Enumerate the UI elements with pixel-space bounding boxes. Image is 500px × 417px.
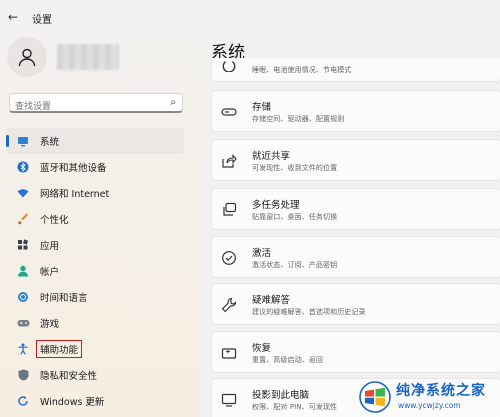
card-subtitle: 睡眠、电池使用情况、节电模式	[252, 66, 352, 74]
main-content: 系统 睡眠、电池使用情况、节电模式 存储 存储空间、驱动器、配置规则 就近共享 …	[200, 0, 500, 417]
wrench-icon	[221, 297, 237, 313]
search-icon[interactable]: ⌕	[170, 97, 176, 108]
sidebar-item-label: 系统	[40, 137, 60, 148]
app-title: 设置	[32, 15, 52, 26]
card-subtitle: 贴靠窗口、桌面、任务切换	[252, 213, 338, 221]
sidebar-item-network[interactable]: 网络和 Internet	[6, 180, 184, 206]
accessibility-icon	[16, 342, 30, 356]
card-subtitle: 权限、配对 PIN、可发现性	[252, 403, 338, 411]
sidebar-item-privacy[interactable]: 隐私和安全性	[6, 362, 184, 388]
card-subtitle: 建议的疑难解答、首选项和历史记录	[252, 308, 366, 316]
avatar[interactable]	[7, 37, 47, 77]
storage-icon	[221, 108, 237, 116]
blurred-account-name	[57, 44, 119, 70]
sidebar-item-label: 游戏	[40, 319, 60, 330]
sidebar-item-label: 网络和 Internet	[40, 189, 110, 200]
card-troubleshoot[interactable]: 疑难解答 建议的疑难解答、首选项和历史记录	[211, 283, 500, 325]
back-arrow-icon[interactable]: ←	[8, 10, 18, 24]
update-icon	[16, 394, 30, 408]
sidebar-item-gaming[interactable]: 游戏	[6, 310, 184, 336]
apps-icon	[16, 238, 30, 252]
user-icon	[18, 48, 36, 67]
site-watermark: 纯净系统之家 www.ycwjzy.com	[356, 379, 498, 415]
person-icon	[16, 264, 30, 278]
card-nearby-share[interactable]: 就近共享 可发现性、收到文件的位置	[211, 139, 500, 181]
sidebar-item-label: Windows 更新	[40, 397, 105, 408]
sidebar-item-label: 蓝牙和其他设备	[40, 163, 107, 174]
sidebar-item-time-language[interactable]: 时间和语言	[6, 284, 184, 310]
search-box[interactable]: ⌕	[9, 93, 183, 115]
bluetooth-icon	[16, 160, 30, 174]
sidebar-item-label: 个性化	[40, 215, 69, 226]
card-subtitle: 存储空间、驱动器、配置规则	[252, 115, 345, 123]
sidebar-item-label: 隐私和安全性	[40, 371, 98, 382]
recovery-icon	[221, 348, 237, 359]
sidebar-item-accounts[interactable]: 帐户	[6, 258, 184, 284]
sidebar-item-bluetooth[interactable]: 蓝牙和其他设备	[6, 154, 184, 180]
card-title: 激活	[252, 248, 272, 259]
search-input[interactable]	[15, 99, 160, 115]
card-power-partial[interactable]: 睡眠、电池使用情况、节电模式	[211, 58, 500, 82]
card-title: 投影到此电脑	[252, 390, 310, 401]
brush-icon	[16, 212, 30, 226]
gamepad-icon	[16, 316, 30, 330]
card-title: 存储	[252, 102, 272, 113]
wifi-icon	[16, 186, 30, 200]
card-subtitle: 重置、高级启动、返回	[252, 356, 323, 364]
watermark-logo-icon	[359, 381, 391, 413]
sidebar-item-accessibility[interactable]: 辅助功能	[6, 336, 184, 362]
sidebar-item-label: 辅助功能	[36, 340, 83, 358]
card-activation[interactable]: 激活 激活状态、订阅、产品密钥	[211, 236, 500, 278]
sidebar-item-apps[interactable]: 应用	[6, 232, 184, 258]
globe-clock-icon	[16, 290, 30, 304]
card-multitasking[interactable]: 多任务处理 贴靠窗口、桌面、任务切换	[211, 188, 500, 230]
project-icon	[221, 393, 237, 407]
sidebar-item-label: 帐户	[40, 267, 60, 278]
watermark-name: 纯净系统之家	[396, 383, 486, 399]
card-storage[interactable]: 存储 存储空间、驱动器、配置规则	[211, 90, 500, 132]
sidebar-item-label: 应用	[40, 241, 60, 252]
sidebar-item-label: 时间和语言	[40, 293, 88, 304]
card-subtitle: 激活状态、订阅、产品密钥	[252, 261, 338, 269]
share-icon	[222, 154, 237, 168]
card-title: 多任务处理	[252, 200, 300, 211]
card-title: 疑难解答	[252, 295, 291, 306]
monitor-icon	[16, 134, 30, 148]
card-title: 就近共享	[252, 151, 291, 162]
sidebar: ← 设置 ⌕ 系统 蓝牙和其他设备	[0, 0, 200, 417]
power-icon	[222, 61, 236, 72]
card-recovery[interactable]: 恢复 重置、高级启动、返回	[211, 331, 500, 373]
sidebar-item-system[interactable]: 系统	[6, 128, 184, 154]
shield-icon	[16, 368, 30, 382]
sidebar-item-windows-update[interactable]: Windows 更新	[6, 388, 184, 414]
card-subtitle: 可发现性、收到文件的位置	[252, 164, 338, 172]
sidebar-nav: 系统 蓝牙和其他设备 网络和 Internet 个性化 应用 帐户 时间和语言 …	[0, 128, 200, 414]
sidebar-item-personalization[interactable]: 个性化	[6, 206, 184, 232]
card-title: 恢复	[252, 343, 272, 354]
check-circle-icon	[222, 251, 236, 265]
multitask-icon	[223, 202, 237, 216]
settings-window: ← 设置 ⌕ 系统 蓝牙和其他设备	[0, 0, 500, 417]
watermark-url: www.ycwjzy.com	[398, 401, 461, 410]
